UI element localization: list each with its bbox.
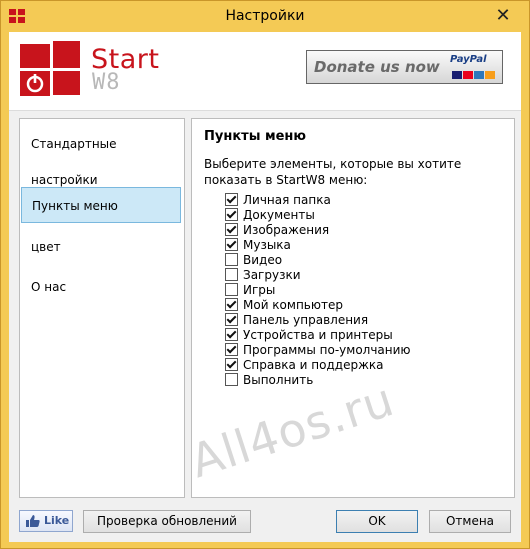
menu-item-row[interactable]: Музыка <box>225 238 411 253</box>
paypal-label: PayPal <box>450 54 487 65</box>
cancel-button[interactable]: Отмена <box>429 510 511 533</box>
amex-card-icon <box>474 71 484 79</box>
menu-item-row[interactable]: Видео <box>225 253 411 268</box>
window-title: Настройки <box>225 8 305 24</box>
menu-item-label: Мой компьютер <box>243 298 343 312</box>
like-label: Like <box>44 514 70 527</box>
menu-item-checkbox[interactable] <box>225 328 238 341</box>
section-title: Пункты меню <box>204 129 307 144</box>
donate-label: Donate us now <box>314 58 440 76</box>
donate-button[interactable]: Donate us now PayPal <box>306 50 503 84</box>
menu-item-checkbox[interactable] <box>225 358 238 371</box>
thumbs-up-icon <box>26 515 40 527</box>
title-bar: Настройки ✕ <box>1 1 529 31</box>
close-button[interactable]: ✕ <box>491 5 515 27</box>
menu-item-label: Панель управления <box>243 313 369 327</box>
check-updates-button[interactable]: Проверка обновлений <box>83 510 251 533</box>
menu-item-row[interactable]: Мой компьютер <box>225 298 411 313</box>
menu-item-checkbox[interactable] <box>225 208 238 221</box>
menu-item-row[interactable]: Игры <box>225 283 411 298</box>
menu-item-label: Видео <box>243 253 283 267</box>
ok-button[interactable]: OK <box>336 510 418 533</box>
paypal-badge: PayPal <box>450 54 498 80</box>
menu-item-row[interactable]: Выполнить <box>225 373 411 388</box>
section-description: Выберите элементы, которые вы хотите пок… <box>204 157 462 187</box>
menu-item-checkbox[interactable] <box>225 298 238 311</box>
sidebar-item-about[interactable]: О нас <box>21 269 181 305</box>
menu-item-checkbox[interactable] <box>225 253 238 266</box>
menu-item-row[interactable]: Изображения <box>225 223 411 238</box>
sidebar-item-standard-settings[interactable]: Стандартные настройки <box>21 126 181 187</box>
menu-item-label: Изображения <box>243 223 330 237</box>
client-area: Start W8 Donate us now PayPal Стандартны… <box>9 32 521 542</box>
menu-item-label: Программы по-умолчанию <box>243 343 411 357</box>
menu-item-checkbox[interactable] <box>225 193 238 206</box>
content-panel: Пункты меню Выберите элементы, которые в… <box>191 118 515 498</box>
menu-item-label: Игры <box>243 283 276 297</box>
header-banner: Start W8 Donate us now PayPal <box>9 32 521 111</box>
menu-item-row[interactable]: Личная папка <box>225 193 411 208</box>
menu-item-label: Музыка <box>243 238 291 252</box>
menu-item-checkbox[interactable] <box>225 343 238 356</box>
menu-item-row[interactable]: Документы <box>225 208 411 223</box>
menu-item-row[interactable]: Программы по-умолчанию <box>225 343 411 358</box>
menu-item-row[interactable]: Панель управления <box>225 313 411 328</box>
menu-item-checkbox[interactable] <box>225 268 238 281</box>
visa-card-icon <box>452 71 462 79</box>
menu-item-label: Устройства и принтеры <box>243 328 393 342</box>
menu-item-label: Документы <box>243 208 315 222</box>
menu-item-checkbox[interactable] <box>225 283 238 296</box>
menu-item-checkbox[interactable] <box>225 313 238 326</box>
brand-w8: W8 <box>92 70 121 95</box>
menu-item-label: Загрузки <box>243 268 301 282</box>
menu-items-list: Личная папка Документы Изображения Музыка Ви… <box>225 193 411 388</box>
menu-item-row[interactable]: Загрузки <box>225 268 411 283</box>
card-icons <box>452 68 498 79</box>
menu-item-row[interactable]: Справка и поддержка <box>225 358 411 373</box>
sidebar: Стандартные настройки Пункты меню цвет О… <box>19 118 185 498</box>
menu-item-checkbox[interactable] <box>225 373 238 386</box>
menu-item-row[interactable]: Устройства и принтеры <box>225 328 411 343</box>
settings-window: Настройки ✕ Start W8 Donate us now PayPa… <box>0 0 530 549</box>
bank-card-icon <box>485 71 495 79</box>
menu-item-label: Справка и поддержка <box>243 358 384 372</box>
menu-item-checkbox[interactable] <box>225 223 238 236</box>
like-button[interactable]: Like <box>19 510 73 532</box>
menu-item-checkbox[interactable] <box>225 238 238 251</box>
sidebar-item-menu-items[interactable]: Пункты меню <box>21 187 181 223</box>
startw8-logo-icon <box>20 41 80 96</box>
sidebar-item-color[interactable]: цвет <box>21 229 181 265</box>
menu-item-label: Личная папка <box>243 193 331 207</box>
menu-item-label: Выполнить <box>243 373 314 387</box>
mastercard-icon <box>463 71 473 79</box>
